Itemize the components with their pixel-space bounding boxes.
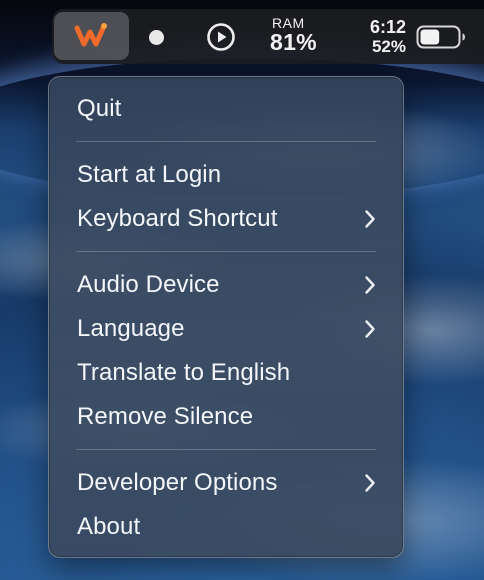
menu-item-label: Start at Login [77, 161, 222, 188]
app-logo-icon [74, 23, 107, 47]
menu-item-audio-device[interactable]: Audio Device [77, 267, 377, 303]
menu-separator [76, 251, 376, 252]
app-dropdown-menu: Quit Start at Login Keyboard Shortcut Audio… [48, 76, 404, 558]
menu-item-label: Keyboard Shortcut [77, 205, 278, 232]
battery-icon[interactable] [416, 25, 466, 49]
menu-item-start-at-login[interactable]: Start at Login [77, 157, 377, 193]
menu-item-translate-to-english[interactable]: Translate to English [77, 355, 377, 391]
menu-item-remove-silence[interactable]: Remove Silence [77, 399, 377, 435]
ram-label: RAM [272, 15, 305, 31]
menu-separator [76, 141, 376, 142]
menu-item-language[interactable]: Language [77, 311, 377, 347]
chevron-right-icon [363, 275, 377, 295]
chevron-right-icon [363, 209, 377, 229]
menu-item-label: Translate to English [77, 359, 291, 386]
app-status-item[interactable] [54, 12, 129, 60]
menu-item-label: Remove Silence [77, 403, 254, 430]
desktop-background: RAM 81% 6:12 52% Quit Start at Login Keybo… [0, 0, 484, 580]
clock-battery-indicator[interactable]: 6:12 52% [358, 17, 406, 56]
menu-separator [76, 449, 376, 450]
ram-value: 81% [270, 29, 317, 55]
menu-item-label: Audio Device [77, 271, 220, 298]
menu-item-label: Developer Options [77, 469, 278, 496]
menu-bar: RAM 81% 6:12 52% [52, 9, 484, 64]
menu-item-label: Language [77, 315, 185, 342]
menu-item-about[interactable]: About [77, 509, 377, 545]
clock-time: 6:12 [369, 17, 406, 37]
menu-item-keyboard-shortcut[interactable]: Keyboard Shortcut [77, 201, 377, 237]
menu-item-label: About [77, 513, 141, 540]
menu-item-label: Quit [77, 95, 122, 122]
menu-item-developer-options[interactable]: Developer Options [77, 465, 377, 501]
chevron-right-icon [363, 319, 377, 339]
menu-item-quit[interactable]: Quit [77, 91, 377, 127]
ram-indicator[interactable]: RAM 81% [270, 16, 326, 54]
play-circle-icon[interactable] [206, 22, 236, 52]
record-dot-icon[interactable] [149, 30, 164, 45]
battery-percent: 52% [371, 37, 406, 56]
chevron-right-icon [363, 473, 377, 493]
